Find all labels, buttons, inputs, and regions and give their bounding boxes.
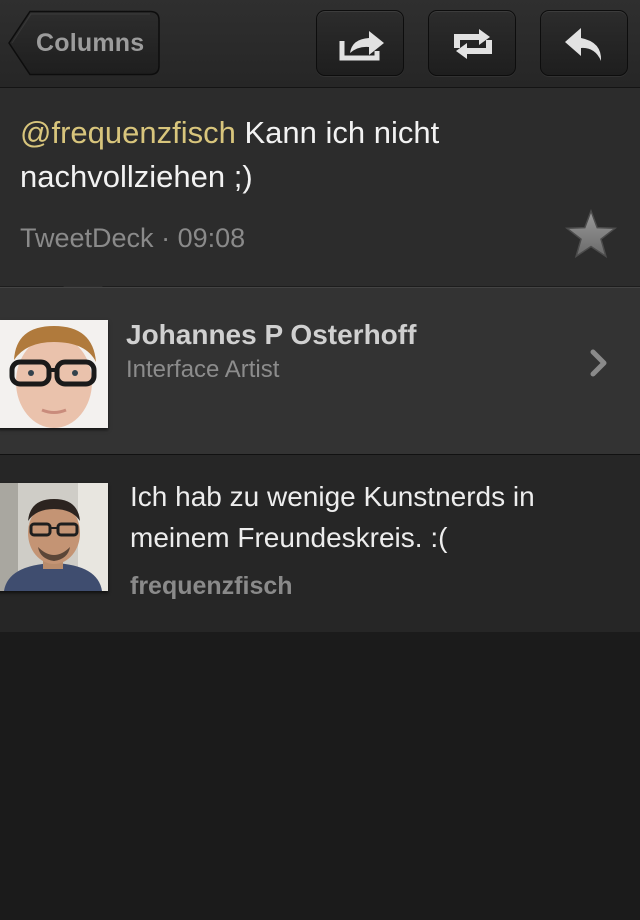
reply-tweet-text: Ich hab zu wenige Kunstnerds in meinem F… bbox=[130, 481, 535, 553]
author-row[interactable]: Johannes P Osterhoff Interface Artist bbox=[0, 287, 640, 454]
reply-avatar[interactable] bbox=[0, 483, 108, 591]
chevron-right-icon bbox=[590, 349, 607, 377]
retweet-icon bbox=[454, 29, 492, 59]
tweet-meta: TweetDeck · 09:08 bbox=[20, 218, 245, 258]
mention-link[interactable]: @frequenzfisch bbox=[20, 115, 236, 150]
reply-button[interactable] bbox=[540, 10, 628, 76]
share-icon bbox=[339, 31, 384, 61]
star-icon[interactable] bbox=[564, 208, 618, 262]
author-name: Johannes P Osterhoff bbox=[126, 319, 417, 350]
author-bio: Interface Artist bbox=[126, 356, 280, 383]
meta-separator: · bbox=[153, 223, 178, 253]
detail-pointer bbox=[63, 270, 103, 287]
back-button-label: Columns bbox=[36, 29, 145, 57]
toolbar: Columns bbox=[0, 0, 640, 88]
tweet-client: TweetDeck bbox=[20, 223, 154, 253]
in-reply-to-tweet[interactable]: Ich hab zu wenige Kunstnerds in meinem F… bbox=[0, 454, 640, 632]
reply-username: frequenzfisch bbox=[130, 572, 293, 600]
tweet-time: 09:08 bbox=[177, 223, 246, 253]
tweet-detail-screen: Columns @frequenzfisch Kann ich nicht na… bbox=[0, 0, 640, 920]
tweet-text: @frequenzfisch Kann ich nicht nachvollzi… bbox=[20, 111, 440, 199]
author-avatar[interactable] bbox=[0, 320, 108, 428]
tweet-detail: @frequenzfisch Kann ich nicht nachvollzi… bbox=[0, 88, 640, 287]
retweet-button[interactable] bbox=[428, 10, 516, 76]
share-button[interactable] bbox=[316, 10, 404, 76]
reply-icon bbox=[565, 28, 602, 61]
back-button[interactable]: Columns bbox=[8, 10, 160, 76]
